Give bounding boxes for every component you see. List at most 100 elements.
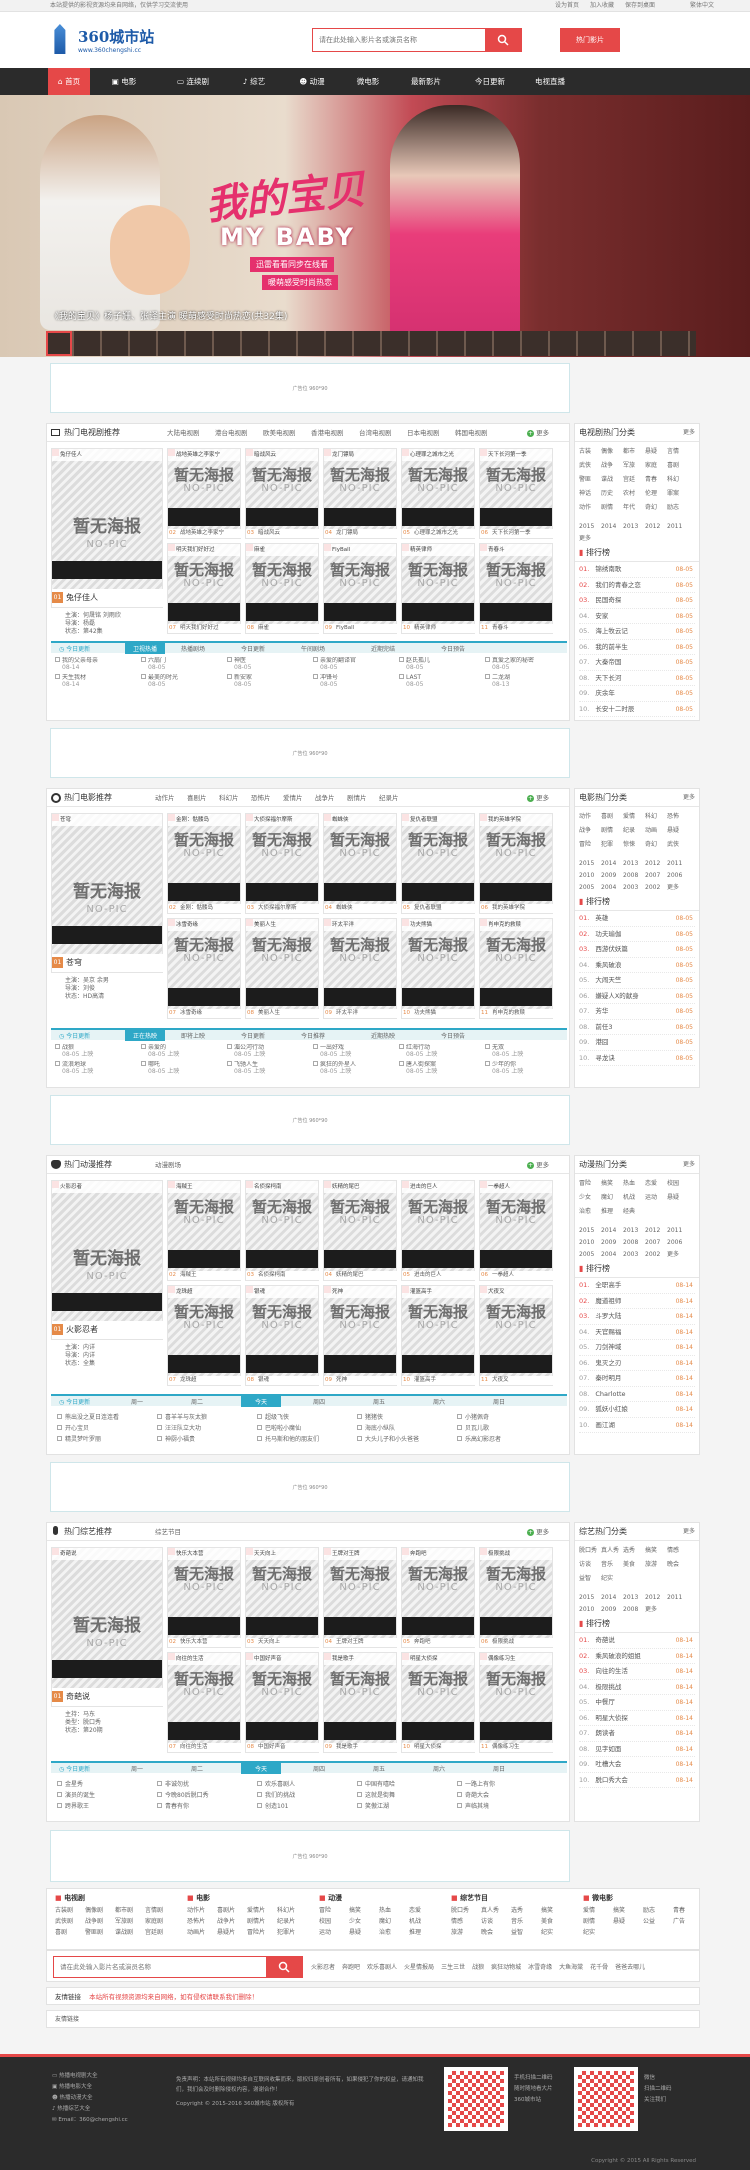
save-desktop-link[interactable]: 保存到桌面 [625,0,655,12]
category-tag[interactable]: 伦理 [645,488,667,499]
footer-col-title[interactable]: ■ 电影 [187,1893,210,1903]
footer-col-link[interactable]: 冒险片 [247,1927,265,1936]
movie-tab-8[interactable]: 纪录片 [379,789,399,807]
category-tag[interactable]: 警匪 [579,474,601,485]
ad-banner-2[interactable]: 广告位 960*90 [50,728,570,778]
footer-link-variety[interactable]: ♪ 热播综艺大全 [52,2104,128,2115]
hot-keyword[interactable]: 大鱼海棠 [559,1964,583,1971]
rank-item[interactable]: 08. 天下长河 08-05 [579,671,695,686]
year-tag[interactable]: 2002 [645,1249,667,1260]
category-tag[interactable]: 惊悚 [623,839,645,850]
footer-col-link[interactable]: 美食 [541,1916,553,1925]
category-tag[interactable]: 军旅 [623,460,645,471]
poster-card[interactable]: 极限挑战 暂无海报 NO-PIC 06 极限挑战 [479,1547,554,1648]
tv-bar-tab-6[interactable]: 今日预告 [441,644,465,653]
year-tag[interactable]: 2009 [601,1604,623,1615]
update-item[interactable]: 神厨小福贵 [157,1434,255,1443]
rank-item[interactable]: 03. 向往的生活 08-14 [579,1664,695,1680]
update-item[interactable]: 一路上有你 [457,1779,555,1788]
footer-col-link[interactable]: 青春 [673,1905,685,1914]
category-tag[interactable]: 悬疑 [667,825,689,836]
movie-bar-tab-2[interactable]: 即将上映 [181,1031,205,1040]
movie-side-more[interactable]: 更多 [683,789,695,807]
poster-card[interactable]: 龙门镖局 暂无海报 NO-PIC 04 龙门镖局 [323,448,398,539]
movie-bar-tab-4[interactable]: 今日推荐 [301,1031,325,1040]
footer-col-link[interactable]: 晚会 [481,1927,493,1936]
rank-item[interactable]: 08. 见字如面 08-14 [579,1742,695,1757]
update-item[interactable]: 这就是街舞 [357,1790,455,1799]
anime-day-2[interactable]: 周二 [191,1397,203,1406]
rank-item[interactable]: 10. 画江湖 08-14 [579,1418,695,1433]
hot-movies-button[interactable]: 热门影片 [560,28,620,52]
year-tag[interactable]: 2015 [579,858,601,869]
movie-tab-6[interactable]: 战争片 [315,789,335,807]
year-tag[interactable]: 2012 [645,858,667,869]
variety-feature-poster[interactable]: 奇葩说 暂无海报 NO-PIC 01 奇葩说 [51,1547,164,1707]
bottom-search-input[interactable] [54,1957,264,1977]
year-tag[interactable]: 2003 [623,882,645,893]
poster-card[interactable]: FlyBall 暂无海报 NO-PIC 09 FlyBall [323,543,398,634]
nav-tv[interactable]: ▭ 连续剧 [160,68,226,95]
footer-col-link[interactable]: 魔幻 [379,1916,391,1925]
year-tag[interactable]: 2013 [623,1225,645,1236]
variety-more-link[interactable]: + 更多 [527,1523,549,1541]
rank-item[interactable]: 01. 奇葩说 08-14 [579,1633,695,1649]
add-favorite-link[interactable]: 加入收藏 [590,0,614,12]
tv-side-more[interactable]: 更多 [683,424,695,442]
update-item[interactable]: 巴啦啦小魔仙 [257,1423,355,1432]
footer-col-link[interactable]: 访谈 [481,1916,493,1925]
category-tag[interactable]: 旅游 [645,1559,667,1570]
year-tag[interactable]: 2011 [667,521,689,532]
footer-col-link[interactable]: 运动 [319,1927,331,1936]
poster-card[interactable]: 我是歌手 暂无海报 NO-PIC 09 我是歌手 [323,1652,398,1753]
poster-card[interactable]: 暗战风云 暂无海报 NO-PIC 03 暗战风云 [245,448,320,539]
movie-more-link[interactable]: + 更多 [527,789,549,807]
update-item[interactable]: 天生我材 08-14 [55,674,139,688]
rank-item[interactable]: 06. 嫌疑人X的献身 08-05 [579,989,695,1004]
hot-keyword[interactable]: 火影忍者 [311,1964,335,1971]
hot-keyword[interactable]: 冰雪奇缘 [528,1964,552,1971]
update-item[interactable]: 一出好戏 08-05 上映 [313,1044,397,1058]
update-item[interactable]: 我的父亲母亲 08-14 [55,657,139,671]
anime-day-today[interactable]: 今天 [241,1396,282,1407]
poster-card[interactable]: 龙珠超 暂无海报 NO-PIC 07 龙珠超 [167,1285,242,1386]
bottom-search-button[interactable] [266,1957,302,1977]
hot-keyword[interactable]: 爸爸去哪儿 [615,1964,645,1971]
movie-bar-tab-active[interactable]: 正在热映 [125,1030,166,1041]
update-item[interactable]: 熊出没之夏日连连看 [57,1412,155,1421]
tv-tab-2[interactable]: 港台电视剧 [215,424,248,442]
movie-bar-tab-3[interactable]: 今日更新 [241,1031,265,1040]
variety-day-7[interactable]: 周日 [493,1764,505,1773]
footer-col-link[interactable]: 谍战剧 [115,1927,133,1936]
hot-keyword[interactable]: 三生三世 [441,1964,465,1971]
year-tag[interactable]: 2014 [601,521,623,532]
tv-feature-poster[interactable]: 兔仔佳人 暂无海报 NO-PIC 01 兔仔佳人 [51,448,164,608]
update-item[interactable]: 真爱之家的秘密 08-05 [485,657,569,671]
year-tag[interactable]: 2014 [601,1592,623,1603]
footer-col-link[interactable]: 偶像剧 [85,1905,103,1914]
anime-day-7[interactable]: 周日 [493,1397,505,1406]
poster-card[interactable]: 我的英雄学院 暂无海报 NO-PIC 06 我的英雄学院 [479,813,554,914]
search-button[interactable] [485,29,521,51]
update-item[interactable]: 青春有你 [157,1801,255,1810]
update-item[interactable]: 海底小纵队 [357,1423,455,1432]
category-tag[interactable]: 晚会 [667,1559,689,1570]
update-item[interactable]: 红海行动 08-05 上映 [399,1044,483,1058]
category-tag[interactable]: 悬疑 [667,1192,689,1203]
category-tag[interactable]: 悬疑 [645,446,667,457]
category-tag[interactable]: 少女 [579,1192,601,1203]
footer-col-link[interactable]: 热血 [379,1905,391,1914]
movie-bar-tab-6[interactable]: 今日预告 [441,1031,465,1040]
update-item[interactable]: 中国有嘻哈 [357,1779,455,1788]
hot-keyword[interactable]: 战狼 [472,1964,484,1971]
footer-col-link[interactable]: 爱情 [583,1905,595,1914]
traditional-chinese-link[interactable]: 繁体中文 [690,0,714,12]
category-tag[interactable]: 真人秀 [601,1545,623,1556]
search-input[interactable] [313,29,483,51]
footer-col-link[interactable]: 冒险 [319,1905,331,1914]
footer-link-anime[interactable]: ☻ 热播动漫大全 [52,2093,128,2104]
footer-col-link[interactable]: 喜剧 [55,1927,67,1936]
poster-card[interactable]: 中国好声音 暂无海报 NO-PIC 08 中国好声音 [245,1652,320,1753]
year-tag[interactable]: 2007 [645,1237,667,1248]
update-item[interactable]: 流浪地球 08-05 上映 [55,1061,139,1075]
